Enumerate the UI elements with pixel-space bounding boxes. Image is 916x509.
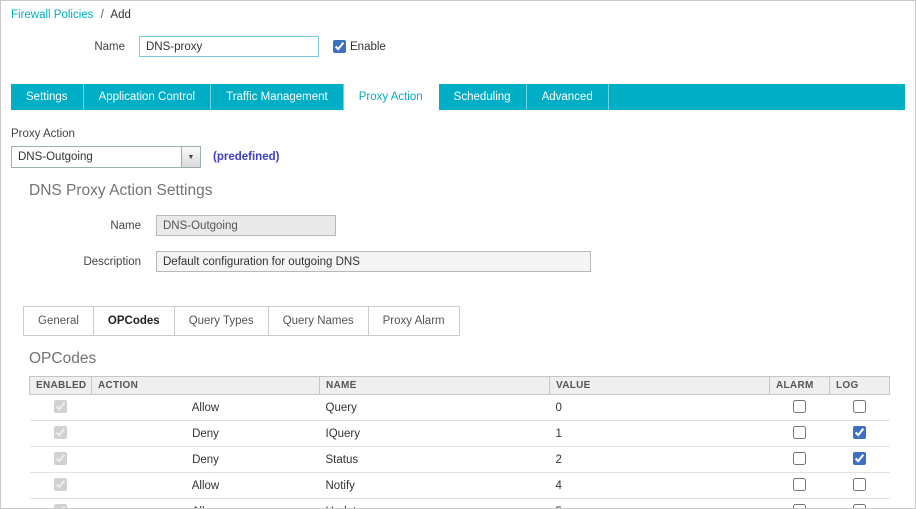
log-cell <box>829 498 890 508</box>
log-cell <box>829 394 890 421</box>
enabled-cell <box>29 420 92 447</box>
log-checkbox[interactable] <box>853 477 866 491</box>
predefined-link[interactable]: (predefined) <box>213 151 279 163</box>
column-header-enabled: ENABLED <box>29 376 92 395</box>
alarm-cell <box>769 498 830 508</box>
subtab-proxy-alarm[interactable]: Proxy Alarm <box>369 307 459 335</box>
breadcrumb-current: Add <box>110 9 131 21</box>
column-header-action: ACTION <box>91 376 320 395</box>
subtab-opcodes[interactable]: OPCodes <box>94 307 175 335</box>
subtab-general[interactable]: General <box>24 307 94 335</box>
opcodes-table: ENABLED ACTION NAME VALUE ALARM LOG Allow Quer… <box>29 376 890 508</box>
opcodes-title: OPCodes <box>29 350 97 367</box>
tab-proxy-action[interactable]: Proxy Action <box>343 84 439 110</box>
value-cell: 0 <box>549 394 770 421</box>
alarm-checkbox[interactable] <box>793 477 806 491</box>
table-row: Allow Notify 4 <box>29 472 890 499</box>
alarm-cell <box>769 446 830 473</box>
description-row: Description <box>11 251 905 272</box>
log-checkbox[interactable] <box>853 503 866 508</box>
proxy-action-row: DNS-Outgoing ▼ (predefined) <box>11 146 905 168</box>
firewall-policy-page: Firewall Policies / Add Name Enable Sett… <box>0 0 916 509</box>
proxy-action-dropdown[interactable]: DNS-Outgoing ▼ <box>11 146 201 168</box>
chevron-down-icon: ▼ <box>181 147 200 167</box>
action-name-input <box>156 215 336 236</box>
description-label: Description <box>83 255 141 268</box>
log-cell <box>829 420 890 447</box>
enabled-cell <box>29 472 92 499</box>
value-cell: 2 <box>549 446 770 473</box>
breadcrumb-separator: / <box>100 9 104 21</box>
tab-traffic-management[interactable]: Traffic Management <box>211 84 344 110</box>
table-row: Deny Status 2 <box>29 446 890 473</box>
action-cell: Allow <box>91 472 320 499</box>
subtab-query-names[interactable]: Query Names <box>269 307 369 335</box>
proxy-action-selected-value: DNS-Outgoing <box>18 151 93 163</box>
enable-field: Enable <box>333 40 386 53</box>
action-name-row: Name <box>11 215 905 236</box>
enabled-cell <box>29 498 92 508</box>
enable-checkbox[interactable] <box>333 40 346 53</box>
description-input[interactable] <box>156 251 591 272</box>
name-cell: IQuery <box>319 420 550 447</box>
column-header-log: LOG <box>829 376 890 395</box>
policy-name-label: Name <box>94 40 125 53</box>
alarm-cell <box>769 472 830 499</box>
column-header-name: NAME <box>319 376 550 395</box>
action-cell: Allow <box>91 394 320 421</box>
log-cell <box>829 472 890 499</box>
log-checkbox[interactable] <box>853 399 866 413</box>
log-cell <box>829 446 890 473</box>
tab-advanced[interactable]: Advanced <box>527 84 609 110</box>
enabled-cell <box>29 394 92 421</box>
value-cell: 1 <box>549 420 770 447</box>
main-tabbar: Settings Application Control Traffic Manag… <box>11 84 905 110</box>
action-cell: Deny <box>91 446 320 473</box>
alarm-checkbox[interactable] <box>793 425 806 439</box>
value-cell: 5 <box>549 498 770 508</box>
opcodes-header-row: ENABLED ACTION NAME VALUE ALARM LOG <box>29 376 890 395</box>
log-checkbox[interactable] <box>853 425 866 439</box>
action-name-label: Name <box>110 219 141 232</box>
action-cell: Allow <box>91 498 320 508</box>
alarm-checkbox[interactable] <box>793 451 806 465</box>
breadcrumb-link-firewall-policies[interactable]: Firewall Policies <box>11 9 93 21</box>
alarm-cell <box>769 394 830 421</box>
opcodes-tbody: Allow Query 0 Deny IQuery 1 Deny Status 2 Allow No… <box>29 394 890 508</box>
tab-settings[interactable]: Settings <box>11 84 84 110</box>
tab-scheduling[interactable]: Scheduling <box>439 84 527 110</box>
enabled-checkbox <box>54 477 67 491</box>
table-row: Deny IQuery 1 <box>29 420 890 447</box>
alarm-checkbox[interactable] <box>793 503 806 508</box>
policy-name-input[interactable] <box>139 36 319 57</box>
log-checkbox[interactable] <box>853 451 866 465</box>
name-cell: Query <box>319 394 550 421</box>
action-cell: Deny <box>91 420 320 447</box>
proxy-action-subtabs: General OPCodes Query Types Query Names Prox… <box>23 306 460 336</box>
enabled-checkbox <box>54 425 67 439</box>
name-cell: Update <box>319 498 550 508</box>
alarm-checkbox[interactable] <box>793 399 806 413</box>
enable-label: Enable <box>350 40 386 53</box>
enabled-checkbox <box>54 399 67 413</box>
policy-name-row: Name Enable <box>11 36 905 57</box>
enabled-checkbox <box>54 503 67 508</box>
column-header-alarm: ALARM <box>769 376 830 395</box>
tab-application-control[interactable]: Application Control <box>84 84 212 110</box>
enabled-checkbox <box>54 451 67 465</box>
breadcrumb: Firewall Policies / Add <box>11 9 905 21</box>
alarm-cell <box>769 420 830 447</box>
enabled-cell <box>29 446 92 473</box>
table-row: Allow Query 0 <box>29 394 890 421</box>
name-cell: Status <box>319 446 550 473</box>
dns-proxy-settings-title: DNS Proxy Action Settings <box>29 182 213 199</box>
proxy-action-label: Proxy Action <box>11 128 75 140</box>
subtab-query-types[interactable]: Query Types <box>175 307 269 335</box>
column-header-value: VALUE <box>549 376 770 395</box>
dns-proxy-settings-form: Name Description <box>11 215 905 272</box>
value-cell: 4 <box>549 472 770 499</box>
name-cell: Notify <box>319 472 550 499</box>
table-row: AllowUpdate5 <box>29 498 890 508</box>
